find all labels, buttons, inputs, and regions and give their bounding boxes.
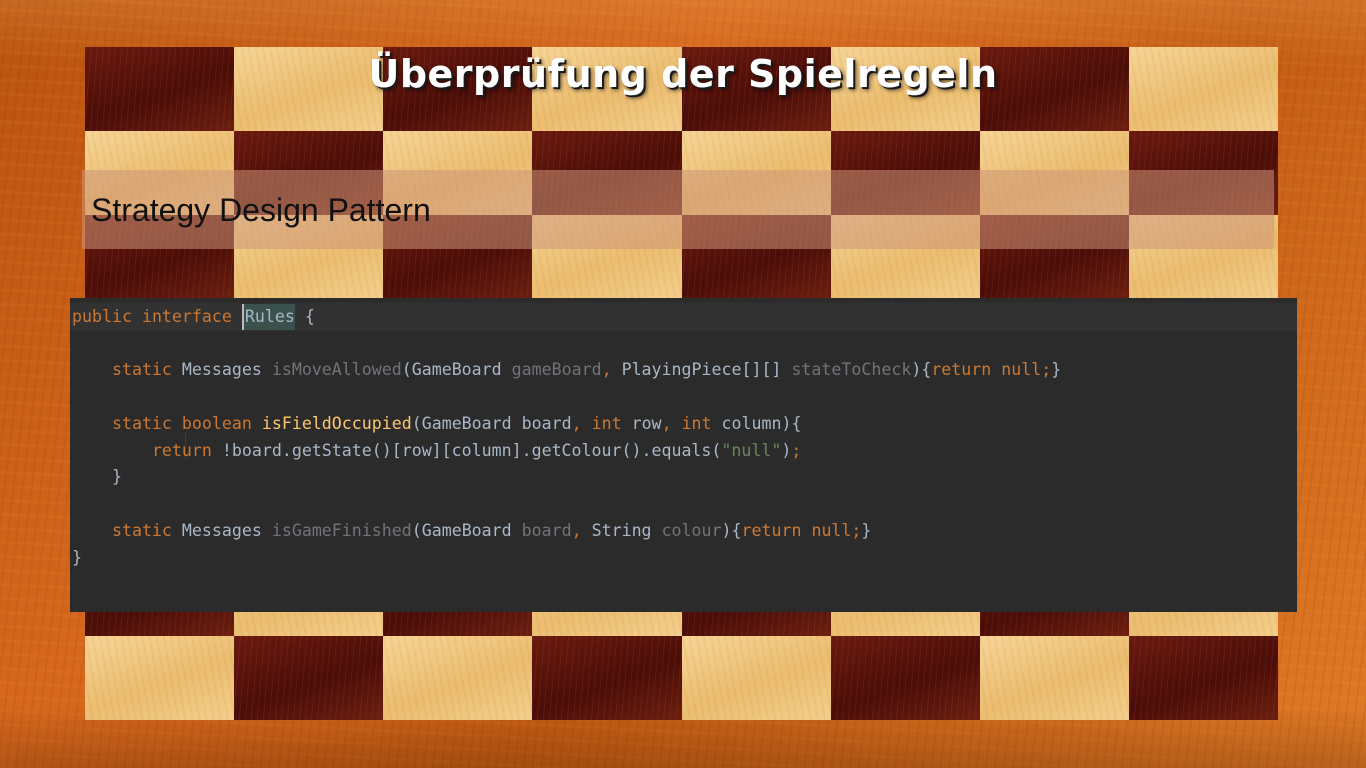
code-line-is-field-occupied: static boolean isFieldOccupied(GameBoard… — [111, 414, 802, 433]
code-line-is-game-finished: static Messages isGameFinished(GameBoard… — [111, 521, 872, 540]
code-line-is-move-allowed: static Messages isMoveAllowed(GameBoard … — [111, 360, 1062, 379]
code-line-return-occupied: return !board.getState()[row][column].ge… — [151, 441, 802, 460]
slide-subtitle: Strategy Design Pattern — [91, 192, 431, 228]
code-line-close-interface: } — [72, 548, 82, 567]
code-line-interface: public interface Rules { — [72, 304, 315, 330]
code-line-close-method: } — [111, 467, 122, 486]
code-screenshot: public interface Rules { static Messages… — [70, 298, 1297, 612]
slide-title: Überprüfung der Spielregeln — [368, 52, 998, 96]
caret-identifier: Rules — [241, 304, 295, 330]
